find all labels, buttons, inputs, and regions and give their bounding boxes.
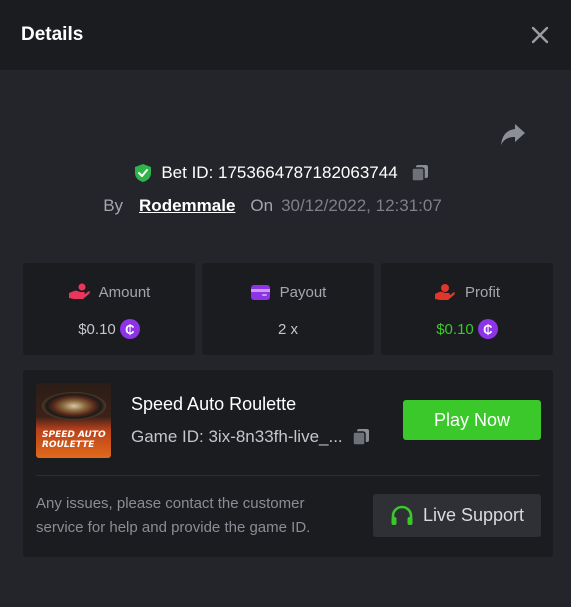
bet-meta-row: By Rodemmale On 30/12/2022, 12:31:07 [0,193,571,219]
game-id-row: Game ID: 3ix-8n33fh-live_... [131,427,371,447]
page-title: Details [21,24,84,45]
bet-date: 30/12/2022, 12:31:07 [281,196,442,215]
share-icon [501,124,525,145]
bet-stats: Amount $0.10 ₵ Payout 2 x Profit $0.10 ₵ [23,263,553,355]
profit-hand-icon [434,284,455,300]
profit-value: $0.10 [436,320,474,338]
thumbnail-caption: SPEED AUTO ROULETTE [42,430,106,450]
play-now-button[interactable]: Play Now [403,400,541,440]
payout-header: Payout [250,282,327,302]
profit-value-row: $0.10 ₵ [436,319,498,339]
payout-value: 2 x [277,320,298,338]
close-icon [531,26,549,44]
live-support-button[interactable]: Live Support [373,494,541,537]
game-thumbnail[interactable]: SPEED AUTO ROULETTE [36,383,111,458]
coin-icon: ₵ [119,319,140,339]
profit-card: Profit $0.10 ₵ [381,263,553,355]
by-label: By [103,196,124,215]
amount-label: Amount [98,283,151,301]
game-card: SPEED AUTO ROULETTE Speed Auto Roulette … [23,370,553,557]
profit-label: Profit [464,283,500,301]
coin-icon: ₵ [477,319,498,339]
username-link[interactable]: Rodemmale [139,196,235,216]
divider [36,475,540,476]
copy-icon [410,165,428,182]
amount-header: Amount [68,282,151,302]
payout-card: Payout 2 x [202,263,374,355]
copy-icon [351,429,369,446]
amount-value: $0.10 [78,320,116,338]
payout-label: Payout [279,283,327,301]
game-title: Speed Auto Roulette [131,394,297,414]
bet-id-row: Bet ID: 1753664787182063744 [0,158,571,188]
bet-hand-icon [68,283,90,299]
share-button[interactable] [499,121,527,147]
close-button[interactable] [529,24,551,46]
live-support-label: Live Support [422,505,525,525]
bet-id: Bet ID: 1753664787182063744 [161,163,398,182]
copy-game-id-button[interactable] [351,427,371,447]
details-header: Details [0,0,571,70]
shield-check-icon [135,164,152,182]
on-label: On [250,196,274,215]
amount-value-row: $0.10 ₵ [78,319,140,339]
headset-icon [391,505,413,525]
game-id: Game ID: 3ix-8n33fh-live_... [131,427,343,446]
profit-header: Profit [434,282,500,302]
payout-value-row: 2 x [278,319,298,339]
wallet-card-icon [250,284,270,300]
support-message: Any issues, please contact the customer … [36,495,311,536]
roulette-wheel-image [42,392,106,420]
amount-card: Amount $0.10 ₵ [23,263,195,355]
copy-bet-id-button[interactable] [410,163,430,183]
